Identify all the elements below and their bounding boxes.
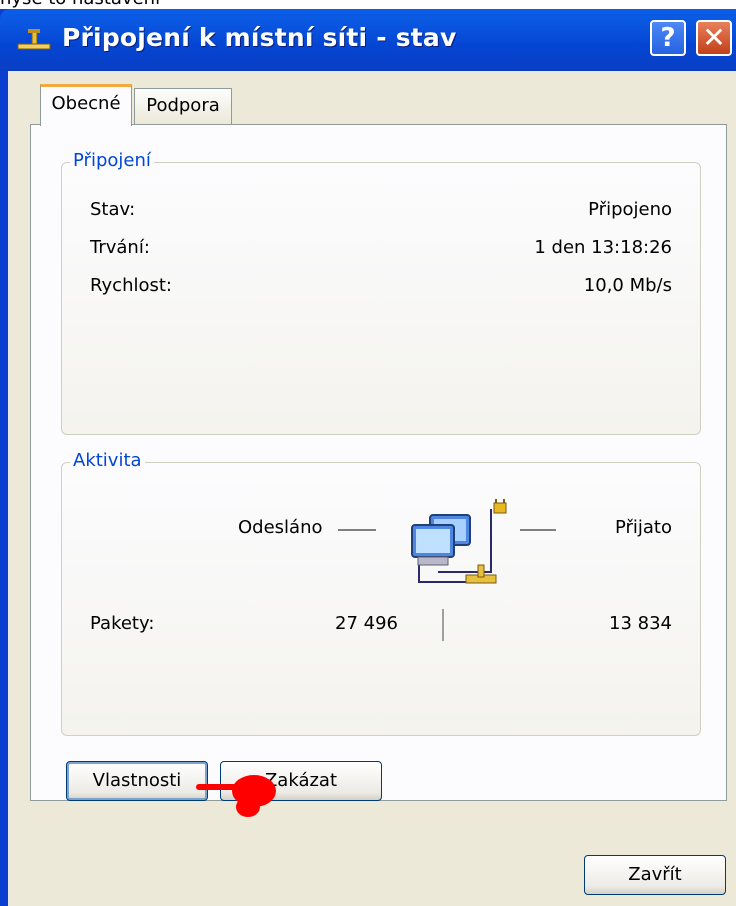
window-title: Připojení k místní síti - stav xyxy=(62,23,457,52)
activity-legend: Aktivita xyxy=(70,450,145,471)
close-button[interactable]: Zavřít xyxy=(584,855,726,895)
packets-sent-value: 27 496 xyxy=(335,613,398,634)
sent-divider xyxy=(338,529,376,531)
close-window-button[interactable]: ✕ xyxy=(696,20,732,56)
properties-button[interactable]: Vlastnosti xyxy=(66,761,208,801)
duration-label: Trvání: xyxy=(90,237,150,258)
help-button[interactable]: ? xyxy=(650,20,686,56)
speed-label: Rychlost: xyxy=(90,275,172,296)
network-computers-icon xyxy=(411,499,507,584)
sent-label: Odesláno xyxy=(238,517,323,538)
received-label: Přijato xyxy=(614,517,672,538)
received-divider xyxy=(520,529,556,531)
network-connection-icon xyxy=(17,29,51,50)
packets-divider xyxy=(442,609,444,641)
pointer-annotation-icon xyxy=(196,775,276,817)
title-bar: Připojení k místní síti - stav ? ✕ xyxy=(0,9,736,71)
tab-panel-general: Připojení Stav: Připojeno Trvání: 1 den … xyxy=(30,124,727,801)
top-strip: nyse to nastavení xyxy=(0,0,736,9)
dialog-client-area: Obecné Podpora Připojení Stav: Připojeno… xyxy=(8,71,736,906)
connection-legend: Připojení xyxy=(70,150,154,171)
status-value: Připojeno xyxy=(588,199,672,220)
packets-received-value: 13 834 xyxy=(609,613,672,634)
dialog-window: Připojení k místní síti - stav ? ✕ Obecn… xyxy=(0,9,736,906)
status-label: Stav: xyxy=(90,199,136,220)
duration-value: 1 den 13:18:26 xyxy=(534,237,672,258)
speed-value: 10,0 Mb/s xyxy=(583,275,672,296)
top-strip-text: nyse to nastavení xyxy=(0,0,160,9)
activity-group: Aktivita Odesláno Přijato Pakety: 27 496… xyxy=(61,450,701,736)
tab-general[interactable]: Obecné xyxy=(40,84,132,126)
tab-support[interactable]: Podpora xyxy=(134,88,232,124)
connection-group: Připojení Stav: Připojeno Trvání: 1 den … xyxy=(61,150,701,435)
packets-label: Pakety: xyxy=(90,613,155,634)
